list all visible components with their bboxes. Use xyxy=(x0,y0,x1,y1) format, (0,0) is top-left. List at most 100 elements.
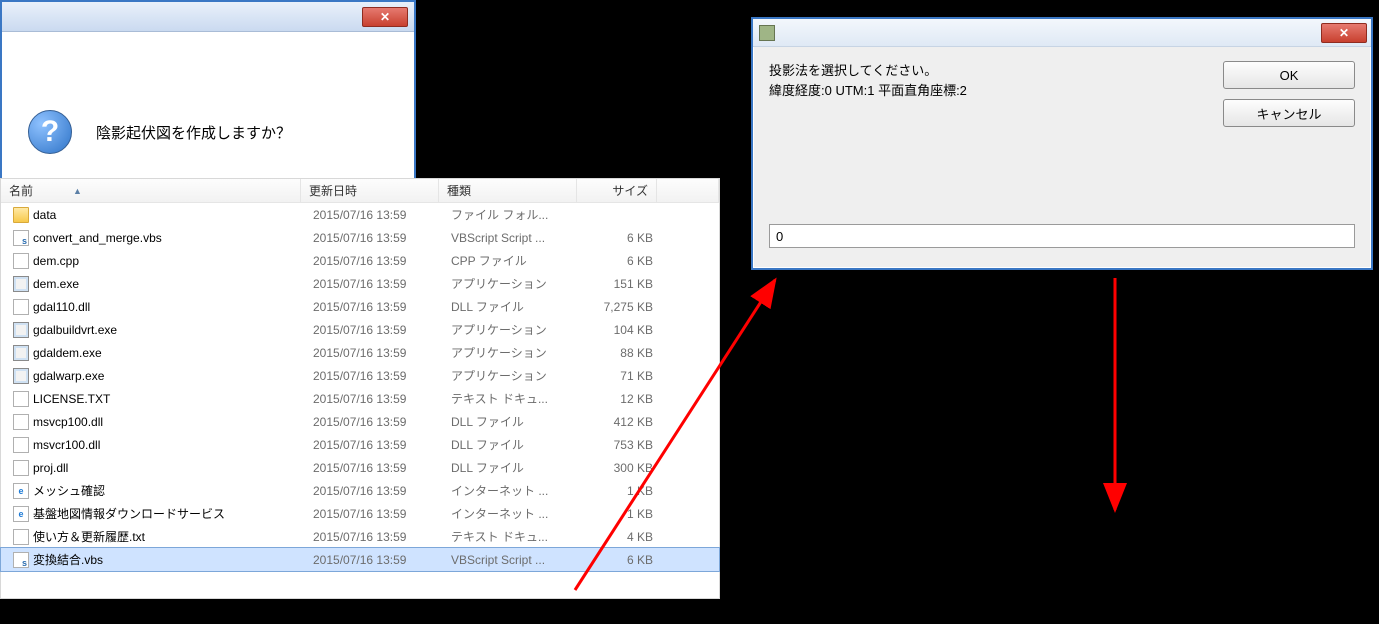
file-type-cell: アプリケーション xyxy=(443,367,581,384)
dialog2-titlebar[interactable]: ✕ xyxy=(2,2,414,32)
dialog2-body: ? 陰影起伏図を作成しますか？ xyxy=(2,32,414,202)
file-name-label: dem.cpp xyxy=(33,254,79,268)
file-name-cell: gdaldem.exe xyxy=(5,345,305,361)
file-type-cell: インターネット ... xyxy=(443,505,581,522)
file-row[interactable]: 基盤地図情報ダウンロードサービス2015/07/16 13:59インターネット … xyxy=(1,502,719,525)
file-date-cell: 2015/07/16 13:59 xyxy=(305,323,443,337)
file-row[interactable]: gdalbuildvrt.exe 2015/07/16 13:59アプリケーション… xyxy=(1,318,719,341)
file-date-cell: 2015/07/16 13:59 xyxy=(305,553,443,567)
file-type-cell: DLL ファイル xyxy=(443,459,581,476)
dll-icon xyxy=(13,460,29,476)
close-icon: ✕ xyxy=(380,10,390,24)
file-type-cell: DLL ファイル xyxy=(443,298,581,315)
file-type-cell: DLL ファイル xyxy=(443,413,581,430)
file-type-cell: インターネット ... xyxy=(443,482,581,499)
file-row[interactable]: data 2015/07/16 13:59ファイル フォル... xyxy=(1,203,719,226)
file-size-cell: 6 KB xyxy=(581,553,661,567)
file-type-cell: CPP ファイル xyxy=(443,252,581,269)
file-name-cell: 変換結合.vbs xyxy=(5,551,305,568)
dialog1-titlebar[interactable]: ✕ xyxy=(753,19,1371,47)
projection-input[interactable] xyxy=(769,224,1355,248)
dialog1-system-icon xyxy=(759,25,775,41)
file-name-cell: msvcp100.dll xyxy=(5,414,305,430)
column-header-type[interactable]: 種類 xyxy=(439,179,577,202)
dialog2-close-button[interactable]: ✕ xyxy=(362,7,408,27)
file-row[interactable]: msvcr100.dll2015/07/16 13:59DLL ファイル753 … xyxy=(1,433,719,456)
file-name-cell: 使い方＆更新履歴.txt xyxy=(5,528,305,545)
html-icon xyxy=(13,483,29,499)
file-size-cell: 4 KB xyxy=(581,530,661,544)
column-header-name[interactable]: 名前 ▲ xyxy=(1,179,301,202)
file-name-cell: msvcr100.dll xyxy=(5,437,305,453)
column-header-row: 名前 ▲ 更新日時 種類 サイズ xyxy=(1,179,719,203)
projection-input-dialog: ✕ 投影法を選択してください。 緯度経度:0 UTM:1 平面直角座標:2 OK… xyxy=(751,17,1373,270)
file-name-label: dem.exe xyxy=(33,277,79,291)
file-row[interactable]: gdal110.dll2015/07/16 13:59DLL ファイル7,275… xyxy=(1,295,719,318)
file-type-cell: DLL ファイル xyxy=(443,436,581,453)
file-row[interactable]: convert_and_merge.vbs2015/07/16 13:59VBS… xyxy=(1,226,719,249)
file-row[interactable]: メッシュ確認 2015/07/16 13:59インターネット ...1 KB xyxy=(1,479,719,502)
file-size-cell: 6 KB xyxy=(581,254,661,268)
file-size-cell: 300 KB xyxy=(581,461,661,475)
dialog1-close-button[interactable]: ✕ xyxy=(1321,23,1367,43)
file-name-cell: gdal110.dll xyxy=(5,299,305,315)
file-type-cell: VBScript Script ... xyxy=(443,231,581,245)
file-name-label: メッシュ確認 xyxy=(33,482,105,499)
file-name-cell: proj.dll xyxy=(5,460,305,476)
file-row[interactable]: 使い方＆更新履歴.txt2015/07/16 13:59テキスト ドキュ...4… xyxy=(1,525,719,548)
file-size-cell: 1 KB xyxy=(581,484,661,498)
file-row[interactable]: proj.dll2015/07/16 13:59DLL ファイル300 KB xyxy=(1,456,719,479)
file-name-cell: data xyxy=(5,207,305,223)
file-list-panel: 名前 ▲ 更新日時 種類 サイズ data2015/07/16 13:59ファイ… xyxy=(0,178,720,599)
file-name-cell: dem.cpp xyxy=(5,253,305,269)
file-row[interactable]: dem.cpp 2015/07/16 13:59CPP ファイル6 KB xyxy=(1,249,719,272)
ok-button[interactable]: OK xyxy=(1223,61,1355,89)
txt-icon xyxy=(13,391,29,407)
file-size-cell: 104 KB xyxy=(581,323,661,337)
file-type-cell: アプリケーション xyxy=(443,321,581,338)
cancel-button[interactable]: キャンセル xyxy=(1223,99,1355,127)
file-row[interactable]: gdaldem.exe2015/07/16 13:59アプリケーション88 KB xyxy=(1,341,719,364)
vbs-icon xyxy=(13,552,29,568)
dll-icon xyxy=(13,414,29,430)
file-name-label: gdal110.dll xyxy=(33,300,90,314)
file-date-cell: 2015/07/16 13:59 xyxy=(305,461,443,475)
file-row[interactable]: dem.exe2015/07/16 13:59アプリケーション151 KB xyxy=(1,272,719,295)
file-name-label: 使い方＆更新履歴.txt xyxy=(33,528,145,545)
file-name-label: 基盤地図情報ダウンロードサービス xyxy=(33,505,225,522)
file-name-cell: gdalwarp.exe xyxy=(5,368,305,384)
file-row[interactable]: gdalwarp.exe2015/07/16 13:59アプリケーション71 K… xyxy=(1,364,719,387)
file-name-label: msvcp100.dll xyxy=(33,415,103,429)
dll-icon xyxy=(13,437,29,453)
file-date-cell: 2015/07/16 13:59 xyxy=(305,254,443,268)
vbs-icon xyxy=(13,230,29,246)
file-name-cell: gdalbuildvrt.exe xyxy=(5,322,305,338)
file-date-cell: 2015/07/16 13:59 xyxy=(305,415,443,429)
file-row[interactable]: LICENSE.TXT2015/07/16 13:59テキスト ドキュ...12… xyxy=(1,387,719,410)
column-header-size-label: サイズ xyxy=(612,182,648,199)
column-header-type-label: 種類 xyxy=(447,182,471,199)
file-size-cell: 88 KB xyxy=(581,346,661,360)
file-name-cell: 基盤地図情報ダウンロードサービス xyxy=(5,505,305,522)
file-name-label: gdalwarp.exe xyxy=(33,369,104,383)
column-header-size[interactable]: サイズ xyxy=(577,179,657,202)
file-size-cell: 12 KB xyxy=(581,392,661,406)
file-name-label: gdalbuildvrt.exe xyxy=(33,323,117,337)
file-size-cell: 753 KB xyxy=(581,438,661,452)
file-date-cell: 2015/07/16 13:59 xyxy=(305,438,443,452)
file-name-label: data xyxy=(33,208,56,222)
file-date-cell: 2015/07/16 13:59 xyxy=(305,484,443,498)
file-date-cell: 2015/07/16 13:59 xyxy=(305,208,443,222)
file-name-label: LICENSE.TXT xyxy=(33,392,110,406)
file-date-cell: 2015/07/16 13:59 xyxy=(305,300,443,314)
file-row[interactable]: msvcp100.dll2015/07/16 13:59DLL ファイル412 … xyxy=(1,410,719,433)
file-row[interactable]: 変換結合.vbs2015/07/16 13:59VBScript Script … xyxy=(1,548,719,571)
txt-icon xyxy=(13,529,29,545)
file-name-label: convert_and_merge.vbs xyxy=(33,231,162,245)
close-icon: ✕ xyxy=(1339,26,1349,40)
file-type-cell: ファイル フォル... xyxy=(443,206,581,223)
file-date-cell: 2015/07/16 13:59 xyxy=(305,392,443,406)
file-date-cell: 2015/07/16 13:59 xyxy=(305,530,443,544)
question-icon: ? xyxy=(28,110,72,154)
column-header-date[interactable]: 更新日時 xyxy=(301,179,439,202)
